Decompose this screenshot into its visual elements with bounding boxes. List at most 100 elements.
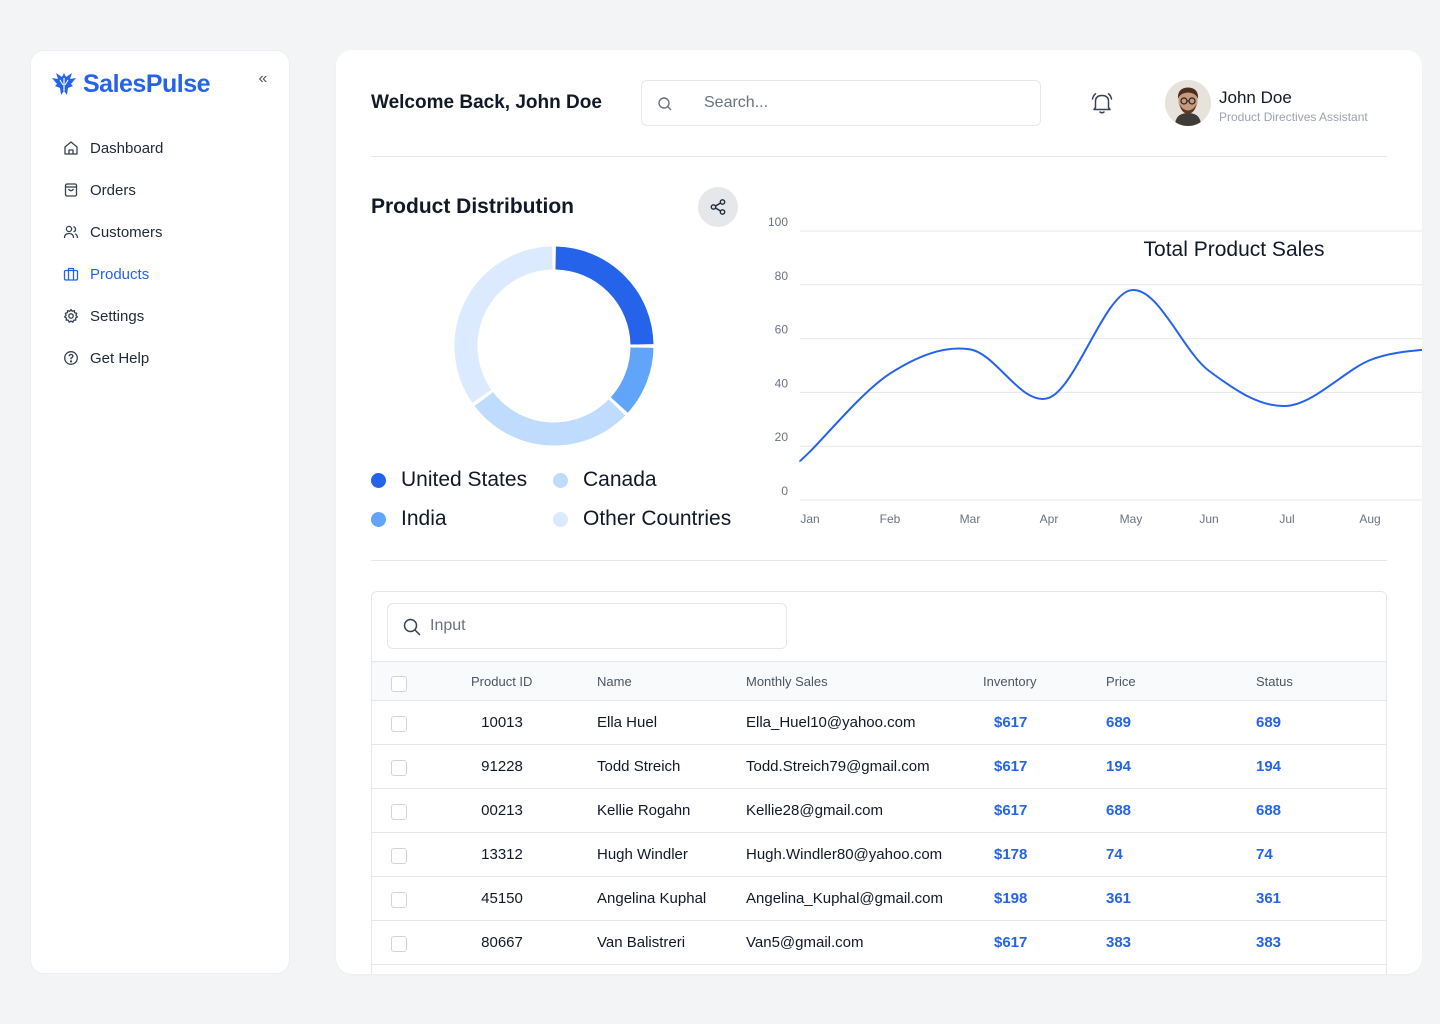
sidebar-item-dashboard[interactable]: Dashboard [63, 127, 163, 169]
home-icon [64, 141, 78, 155]
sidebar-item-label: Orders [90, 181, 136, 199]
legend-item-india: India [371, 507, 447, 531]
cell-inventory: $617 [994, 758, 1028, 775]
x-tick-label: Jun [1199, 512, 1218, 526]
x-tick-label: May [1120, 512, 1143, 526]
table-search[interactable] [387, 603, 787, 649]
user-name: John Doe [1219, 88, 1292, 107]
column-header-product-id[interactable]: Product ID [471, 674, 532, 689]
legend-label: Canada [583, 468, 657, 491]
cell-status: 383 [1256, 934, 1282, 951]
column-header-inventory[interactable]: Inventory [983, 674, 1036, 689]
table-row[interactable]: 10013 Ella Huel Ella_Huel10@yahoo.com $617 6… [372, 701, 1386, 745]
row-checkbox[interactable] [391, 716, 407, 732]
table-row[interactable]: 45150 Angelina Kuphal Angelina_Kuphal@gmai… [372, 877, 1386, 921]
bell-icon[interactable] [1089, 90, 1115, 116]
cell-status: 689 [1256, 714, 1282, 731]
sidebar-item-settings[interactable]: Settings [63, 295, 163, 337]
briefcase-icon [63, 267, 79, 281]
cell-monthly-sales: Todd.Streich79@gmail.com [746, 758, 930, 775]
cell-price: 194 [1106, 758, 1132, 775]
table-row[interactable]: 13312 Hugh Windler Hugh.Windler80@yahoo.co… [372, 833, 1386, 877]
donut-slice-india [610, 347, 654, 413]
sidebar-item-get-help[interactable]: Get Help [63, 337, 163, 379]
cell-status: 74 [1256, 846, 1273, 863]
total-product-sales-chart: Total Product Sales 0 20 40 60 80 100 Jan Feb Mar… [768, 215, 1422, 526]
search-input[interactable] [704, 81, 1024, 125]
table-search-input[interactable] [430, 604, 770, 648]
legend-item-canada: Canada [553, 468, 657, 492]
table-row[interactable]: 00213 Kellie Rogahn Kellie28@gmail.com $617… [372, 789, 1386, 833]
collapse-sidebar-button[interactable]: « [253, 69, 273, 89]
chevrons-left-icon: « [258, 70, 268, 87]
row-checkbox[interactable] [391, 760, 407, 776]
cell-product-id: 10013 [481, 714, 523, 731]
cell-monthly-sales: Van5@gmail.com [746, 934, 864, 951]
table-body: 10013 Ella Huel Ella_Huel10@yahoo.com $617 6… [372, 701, 1386, 965]
x-tick-label: Apr [1040, 512, 1059, 526]
cell-inventory: $617 [994, 714, 1028, 731]
legend-swatch [553, 472, 568, 488]
cell-status: 688 [1256, 802, 1282, 819]
sidebar-item-products[interactable]: Products [63, 253, 163, 295]
cell-monthly-sales: Kellie28@gmail.com [746, 802, 883, 819]
legend-item-other-countries: Other Countries [553, 507, 731, 531]
page-title: Welcome Back, John Doe [371, 92, 602, 113]
cell-product-id: 45150 [481, 890, 523, 907]
product-distribution-chart [454, 246, 654, 446]
column-header-monthly-sales[interactable]: Monthly Sales [746, 674, 828, 689]
sidebar-nav: Dashboard Orders Customers Products Sett… [63, 127, 163, 379]
section-divider [371, 560, 1387, 561]
legend-swatch [371, 472, 386, 488]
table-row[interactable]: 80667 Van Balistreri Van5@gmail.com $617 383… [372, 921, 1386, 965]
cell-inventory: $198 [994, 890, 1028, 907]
cell-name: Ella Huel [597, 714, 658, 731]
donut-slice-other-countries [454, 246, 553, 403]
cell-price: 361 [1106, 890, 1132, 907]
help-circle-icon [64, 351, 78, 365]
x-tick-label: Jul [1279, 512, 1294, 526]
header-divider [371, 156, 1387, 157]
gear-icon [63, 308, 79, 323]
legend-label: United States [401, 468, 528, 491]
y-tick-label: 20 [775, 430, 789, 444]
sidebar-item-label: Settings [90, 307, 145, 325]
select-all-checkbox[interactable] [391, 676, 407, 692]
row-checkbox[interactable] [391, 936, 407, 952]
table-row[interactable]: 91228 Todd Streich Todd.Streich79@gmail.co… [372, 745, 1386, 789]
table-header: Product ID Name Monthly Sales Inventory … [372, 661, 1386, 701]
cell-product-id: 13312 [481, 846, 523, 863]
eagle-logo-icon [52, 73, 76, 95]
products-table: Product ID Name Monthly Sales Inventory … [371, 591, 1387, 974]
y-tick-label: 100 [768, 215, 788, 229]
chart-title: Total Product Sales [1144, 238, 1325, 261]
column-header-price[interactable]: Price [1106, 674, 1136, 689]
cell-inventory: $178 [994, 846, 1028, 863]
row-checkbox[interactable] [391, 848, 407, 864]
shopping-bag-icon [64, 183, 78, 197]
global-search[interactable] [641, 80, 1041, 126]
sidebar-item-label: Customers [90, 223, 163, 241]
brand[interactable]: SalesPulse [51, 69, 211, 99]
sidebar-item-customers[interactable]: Customers [63, 211, 163, 253]
donut-slice-united-states [555, 246, 654, 345]
column-header-name[interactable]: Name [597, 674, 632, 689]
sidebar-item-orders[interactable]: Orders [63, 169, 163, 211]
cell-name: Todd Streich [597, 758, 681, 775]
row-checkbox[interactable] [391, 892, 407, 908]
cell-price: 689 [1106, 714, 1132, 731]
y-tick-label: 0 [781, 484, 788, 498]
cell-price: 383 [1106, 934, 1132, 951]
cell-status: 194 [1256, 758, 1282, 775]
y-tick-label: 80 [775, 269, 789, 283]
cell-inventory: $617 [994, 802, 1028, 819]
y-tick-label: 60 [775, 323, 789, 337]
share-button[interactable] [698, 187, 738, 227]
x-tick-label: Aug [1359, 512, 1380, 526]
y-tick-label: 40 [775, 376, 789, 390]
avatar[interactable] [1165, 80, 1211, 126]
column-header-status[interactable]: Status [1256, 674, 1293, 689]
search-icon [403, 618, 421, 636]
cell-product-id: 80667 [481, 934, 523, 951]
row-checkbox[interactable] [391, 804, 407, 820]
